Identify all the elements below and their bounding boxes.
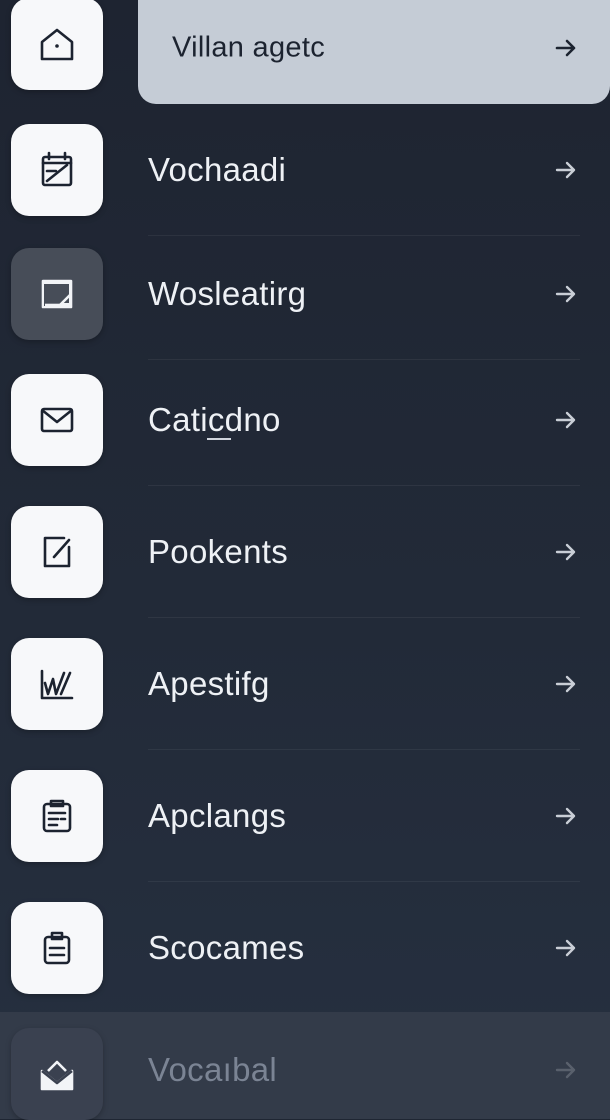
document-corner-icon-tile — [11, 248, 103, 340]
menu-item-home[interactable]: Villan agetc — [0, 0, 610, 104]
menu-item-caticdno[interactable]: Caticdno — [0, 354, 610, 486]
menu-item-vochaadi[interactable]: Vochaadi — [0, 104, 610, 236]
edit-square-icon-tile — [11, 506, 103, 598]
menu-item-label: Apestifg — [148, 665, 270, 702]
arrow-right-icon — [555, 939, 576, 957]
calendar-edit-icon-tile — [11, 124, 103, 216]
menu-item-label: Apclangs — [148, 797, 287, 834]
menu-item-label: Caticdno — [148, 401, 281, 438]
menu-item-apestifg[interactable]: Apestifg — [0, 618, 610, 750]
mail-icon-tile — [11, 374, 103, 466]
navigation-menu: Villan agetc Vochaadi Wosleatirg Caticdn… — [0, 0, 610, 1120]
clipboard-icon-tile — [11, 902, 103, 994]
arrow-right-icon — [555, 161, 576, 179]
chart-scribble-icon-tile — [11, 638, 103, 730]
calendar-edit-icon — [41, 151, 73, 187]
text-underline-mark — [207, 438, 231, 440]
document-corner-icon — [41, 279, 73, 309]
mail-icon — [40, 407, 74, 433]
menu-item-label: Vocaıbal — [148, 1051, 278, 1088]
arrow-right-icon — [555, 1061, 576, 1079]
edit-square-icon — [43, 536, 71, 568]
arrow-right-icon — [555, 543, 576, 561]
menu-item-label: Scocames — [148, 929, 305, 966]
menu-item-label: Vochaadi — [148, 151, 287, 188]
chart-scribble-icon — [40, 669, 74, 700]
menu-item-scocames[interactable]: Scocames — [0, 882, 610, 1014]
home-icon-tile — [11, 0, 103, 90]
arrow-right-icon — [555, 39, 576, 57]
home-icon — [40, 28, 74, 61]
clipboard-list-icon-tile — [11, 770, 103, 862]
arrow-right-icon — [555, 807, 576, 825]
arrow-right-icon — [555, 675, 576, 693]
menu-item-label: Villan agetc — [172, 31, 326, 64]
menu-item-vocaibal[interactable]: Vocaıbal — [0, 1012, 610, 1120]
menu-item-label: Wosleatirg — [148, 275, 307, 312]
arrow-right-icon — [555, 411, 576, 429]
menu-item-pookents[interactable]: Pookents — [0, 486, 610, 618]
mailbox-icon — [40, 1060, 74, 1090]
menu-item-label: Pookents — [148, 533, 288, 570]
mailbox-icon-tile — [11, 1027, 103, 1120]
menu-item-wosleatirg[interactable]: Wosleatirg — [0, 228, 610, 360]
arrow-right-icon — [555, 285, 576, 303]
menu-item-apclangs[interactable]: Apclangs — [0, 750, 610, 882]
clipboard-icon — [43, 931, 71, 965]
clipboard-list-icon — [42, 799, 72, 833]
